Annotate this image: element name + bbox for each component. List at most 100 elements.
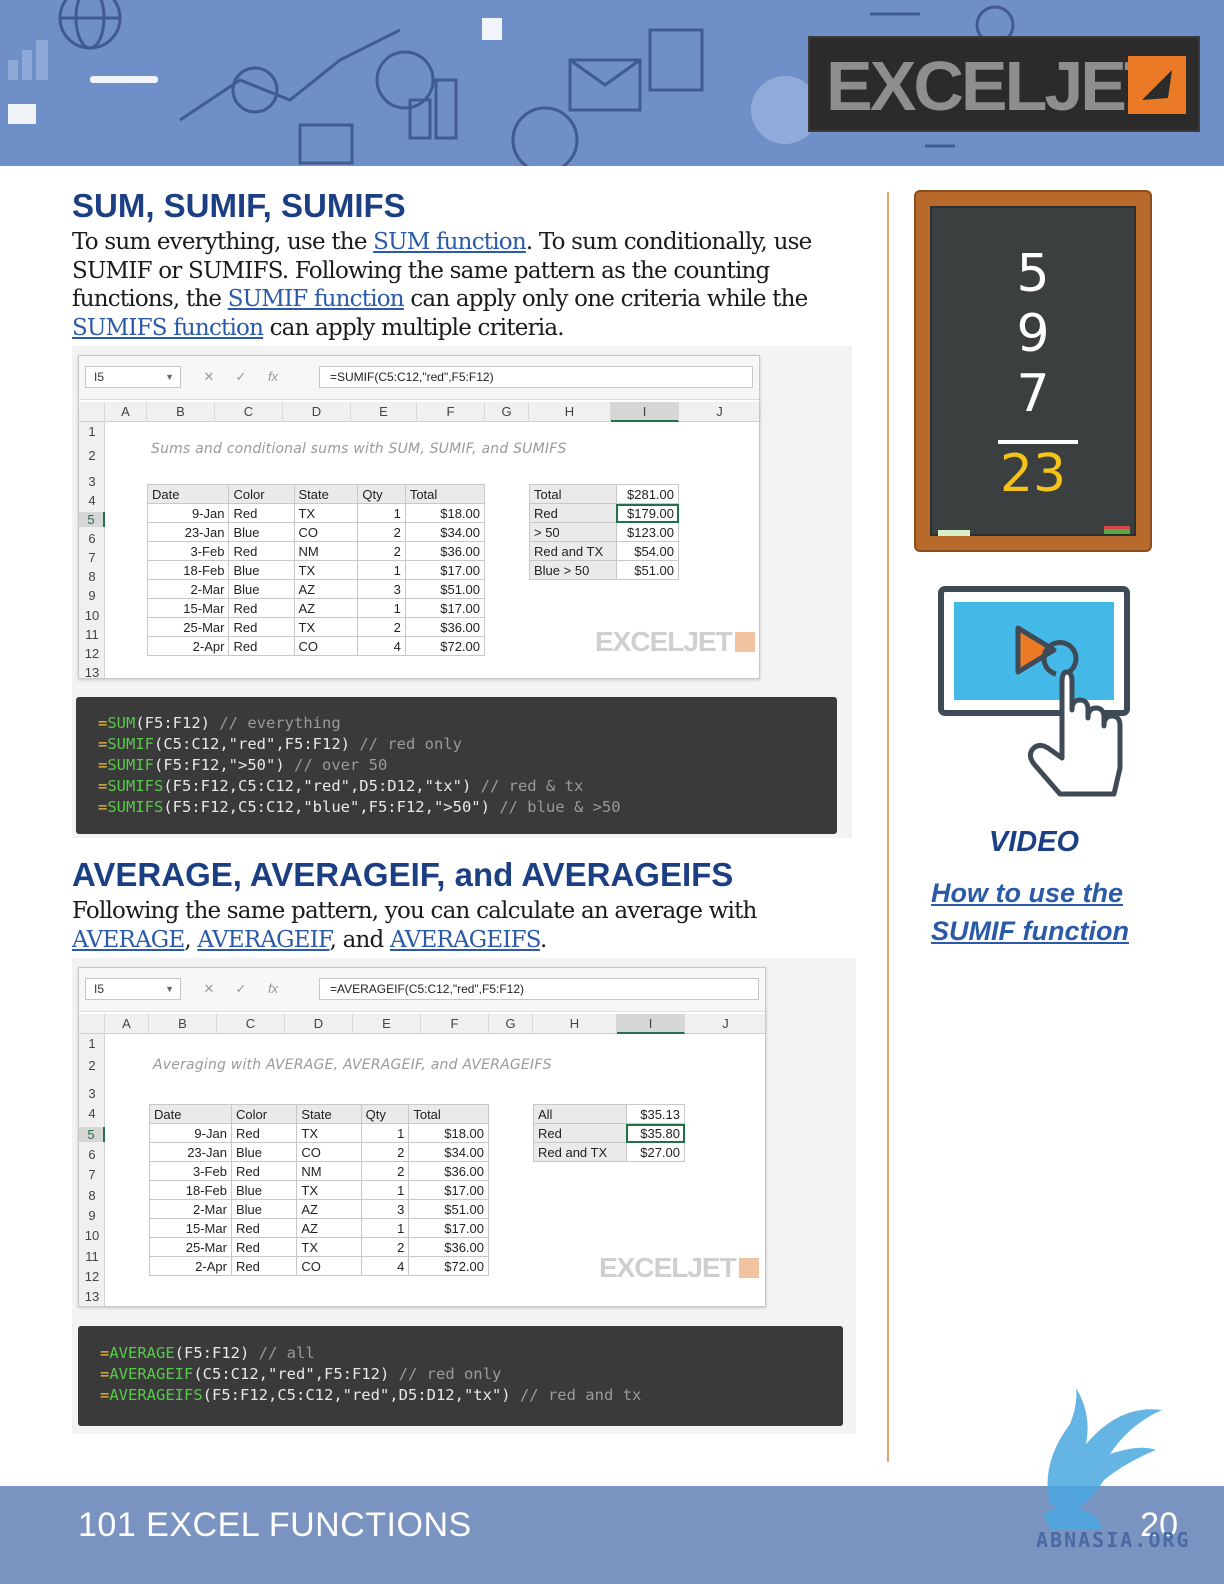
row-header[interactable]: 8 — [79, 1188, 105, 1203]
cell[interactable]: 25-Mar — [146, 617, 230, 637]
averageifs-link[interactable]: AVERAGEIFS — [390, 927, 541, 953]
cell[interactable]: Blue — [230, 1199, 298, 1219]
row-header[interactable]: 3 — [79, 474, 105, 489]
cell[interactable]: TX — [296, 1180, 362, 1200]
row-header[interactable]: 12 — [79, 1269, 105, 1284]
cell[interactable]: 3 — [357, 579, 406, 599]
row-header[interactable]: 9 — [79, 588, 105, 603]
cell[interactable]: 2-Mar — [149, 1199, 232, 1219]
cell[interactable]: 2 — [360, 1237, 410, 1257]
cell[interactable]: 23-Jan — [149, 1142, 232, 1162]
cell[interactable]: 4 — [360, 1256, 410, 1276]
cell[interactable]: $34.00 — [408, 1142, 489, 1162]
row-header[interactable]: 8 — [79, 569, 105, 584]
cell[interactable]: TX — [296, 1123, 362, 1143]
cell[interactable]: Blue — [230, 1180, 298, 1200]
summary-label[interactable]: Red and TX — [529, 541, 617, 561]
cell[interactable]: 2 — [360, 1142, 410, 1162]
row-header[interactable]: 10 — [79, 1228, 105, 1243]
cell[interactable]: 3-Feb — [149, 1161, 232, 1181]
cell[interactable]: 25-Mar — [149, 1237, 232, 1257]
video-link-sumif[interactable]: How to use the SUMIF function — [931, 874, 1171, 950]
col-header[interactable]: D — [285, 1014, 353, 1034]
cell[interactable]: $17.00 — [404, 560, 486, 580]
col-header[interactable]: J — [679, 402, 761, 422]
row-header[interactable]: 7 — [79, 550, 105, 565]
cell[interactable]: 18-Feb — [146, 560, 230, 580]
summary-label[interactable]: All — [533, 1104, 627, 1124]
cell[interactable]: Red — [230, 1218, 298, 1238]
summary-label[interactable]: Red — [529, 503, 617, 523]
averageif-link[interactable]: AVERAGEIF — [197, 927, 330, 953]
col-header[interactable]: F — [421, 1014, 489, 1034]
cell[interactable]: 15-Mar — [146, 598, 230, 618]
col-header-selected[interactable]: I — [617, 1014, 685, 1034]
cell[interactable]: $34.00 — [404, 522, 486, 542]
col-header[interactable]: G — [489, 1014, 533, 1034]
summary-value[interactable]: $27.00 — [625, 1142, 686, 1162]
cell[interactable]: 2 — [357, 522, 406, 542]
summary-value[interactable]: $123.00 — [615, 522, 680, 542]
average-link[interactable]: AVERAGE — [72, 927, 185, 953]
cell[interactable]: TX — [293, 560, 359, 580]
sumif-function-link[interactable]: SUMIF function — [228, 286, 405, 312]
cell[interactable]: Blue — [228, 560, 295, 580]
formula-input[interactable]: =SUMIF(C5:C12,"red",F5:F12) — [319, 366, 753, 388]
cell[interactable]: Red — [230, 1256, 298, 1276]
cell[interactable]: $36.00 — [404, 617, 486, 637]
row-header[interactable]: 2 — [79, 448, 105, 463]
cell[interactable]: $72.00 — [408, 1256, 489, 1276]
cell[interactable]: Red — [230, 1161, 298, 1181]
cell[interactable]: 9-Jan — [149, 1123, 232, 1143]
name-box[interactable]: I5 ▼ — [85, 366, 181, 388]
cell[interactable]: 23-Jan — [146, 522, 230, 542]
cell[interactable]: 2 — [357, 617, 406, 637]
col-header[interactable]: C — [215, 402, 283, 422]
cell[interactable]: $36.00 — [408, 1161, 489, 1181]
col-header[interactable]: E — [353, 1014, 421, 1034]
cell[interactable]: 15-Mar — [149, 1218, 232, 1238]
cell[interactable]: $17.00 — [404, 598, 486, 618]
col-header[interactable]: C — [217, 1014, 285, 1034]
summary-label[interactable]: Red — [533, 1123, 627, 1143]
active-cell[interactable]: $35.80 — [625, 1123, 686, 1143]
col-header-selected[interactable]: I — [611, 402, 679, 422]
name-box[interactable]: I5 ▼ — [85, 978, 181, 1000]
cell[interactable]: $51.00 — [404, 579, 486, 599]
cell[interactable]: TX — [296, 1237, 362, 1257]
cell[interactable]: AZ — [293, 598, 359, 618]
summary-label[interactable]: Total — [529, 484, 617, 504]
cell[interactable]: 3-Feb — [146, 541, 230, 561]
col-header[interactable]: F — [417, 402, 485, 422]
cell[interactable]: CO — [293, 636, 359, 656]
cell[interactable]: 2 — [357, 541, 406, 561]
row-header[interactable]: 10 — [79, 608, 105, 623]
formula-input[interactable]: =AVERAGEIF(C5:C12,"red",F5:F12) — [319, 978, 759, 1000]
cell[interactable]: $36.00 — [408, 1237, 489, 1257]
cell[interactable]: $17.00 — [408, 1180, 489, 1200]
cell[interactable]: Red — [228, 636, 295, 656]
row-header[interactable]: 11 — [79, 627, 105, 642]
col-header[interactable]: H — [529, 402, 611, 422]
cell[interactable]: CO — [296, 1256, 362, 1276]
cell[interactable]: $18.00 — [404, 503, 486, 523]
fx-icon[interactable]: fx — [257, 978, 289, 1000]
cell[interactable]: Blue — [228, 579, 295, 599]
cell[interactable]: 1 — [357, 560, 406, 580]
row-header[interactable]: 13 — [79, 1289, 105, 1304]
summary-label[interactable]: > 50 — [529, 522, 617, 542]
sum-function-link[interactable]: SUM function — [373, 229, 526, 255]
select-all-corner[interactable] — [79, 1014, 105, 1034]
row-header[interactable]: 9 — [79, 1208, 105, 1223]
col-header[interactable]: B — [149, 1014, 217, 1034]
cell[interactable]: CO — [296, 1142, 362, 1162]
row-header[interactable]: 2 — [79, 1058, 105, 1073]
check-icon[interactable]: ✓ — [225, 978, 257, 1000]
cell[interactable]: CO — [293, 522, 359, 542]
cell[interactable]: 2-Mar — [146, 579, 230, 599]
cell[interactable]: Red — [230, 1123, 298, 1143]
row-header[interactable]: 12 — [79, 646, 105, 661]
cell[interactable]: 9-Jan — [146, 503, 230, 523]
cell[interactable]: $17.00 — [408, 1218, 489, 1238]
col-header[interactable]: A — [105, 1014, 149, 1034]
